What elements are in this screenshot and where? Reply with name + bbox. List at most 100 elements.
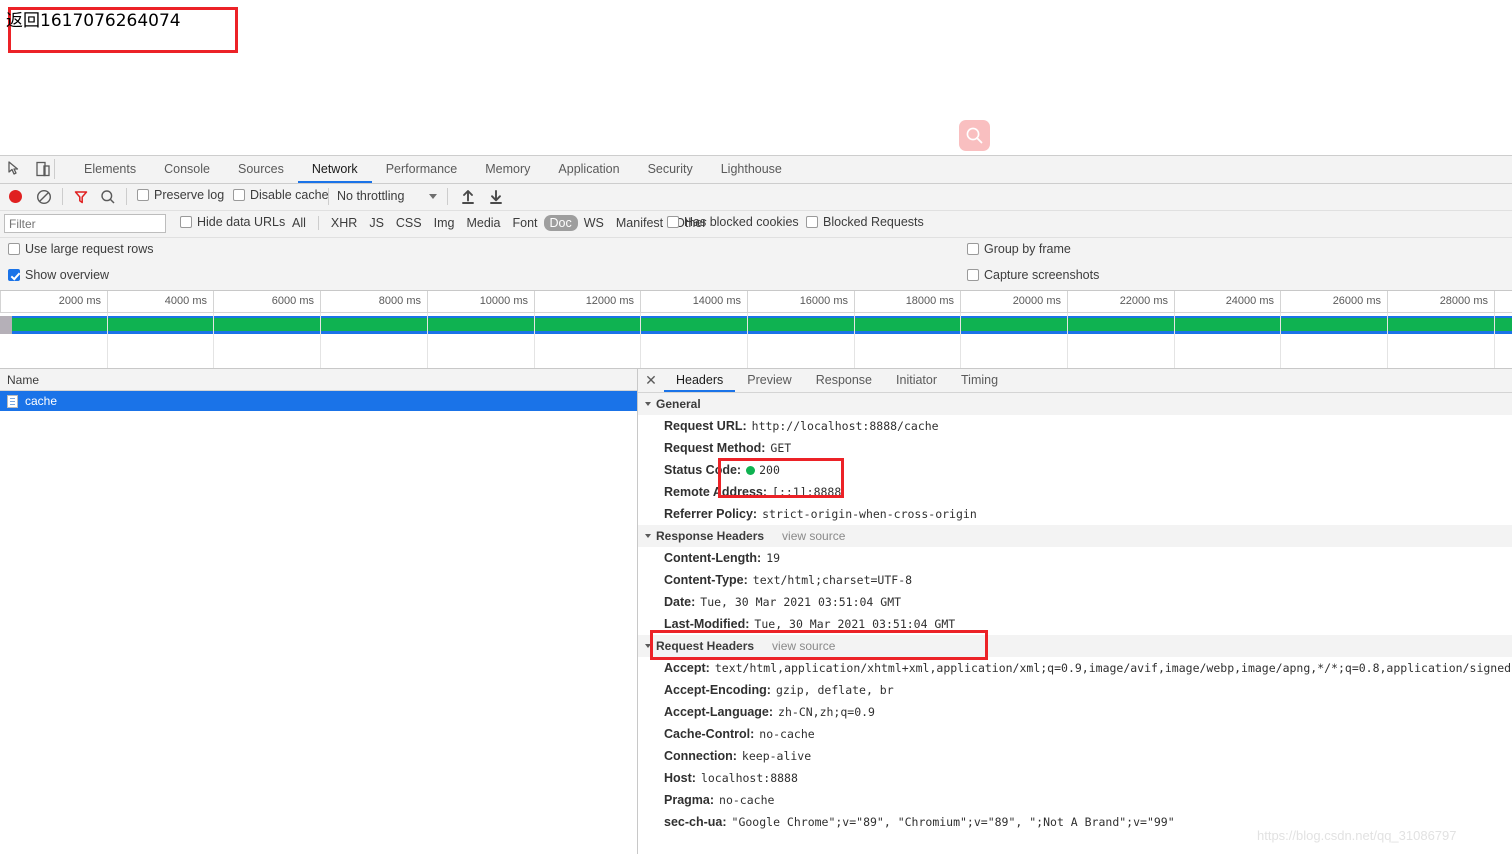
- blocked-requests-checkbox[interactable]: Blocked Requests: [806, 215, 924, 229]
- header-name: Pragma:: [664, 793, 715, 807]
- hide-data-urls-box: [180, 216, 192, 228]
- hide-data-urls-checkbox[interactable]: Hide data URLs: [180, 215, 285, 229]
- section-response-headers-header[interactable]: Response Headers view source: [638, 525, 1512, 547]
- search-icon[interactable]: [99, 188, 117, 206]
- tab-network[interactable]: Network: [297, 156, 372, 183]
- header-name: Cache-Control:: [664, 727, 755, 741]
- has-blocked-cookies-box: [667, 216, 679, 228]
- record-icon[interactable]: [9, 190, 22, 203]
- header-name: Accept-Encoding:: [664, 683, 771, 697]
- filter-funnel-icon[interactable]: [72, 188, 90, 206]
- export-har-icon[interactable]: [487, 188, 505, 206]
- type-chip-ws[interactable]: WS: [578, 215, 610, 231]
- tab-timing[interactable]: Timing: [949, 369, 1010, 392]
- type-chip-all[interactable]: All: [286, 215, 312, 231]
- table-row[interactable]: cache: [0, 391, 637, 411]
- header-name: Host:: [664, 771, 696, 785]
- search-button[interactable]: [959, 120, 990, 151]
- details-tab-list: ✕ Headers Preview Response Initiator Tim…: [638, 369, 1512, 393]
- toggle-device-toolbar-icon[interactable]: [34, 160, 52, 178]
- tab-response[interactable]: Response: [804, 369, 884, 392]
- use-large-request-rows-box: [8, 243, 20, 255]
- filter-input[interactable]: [4, 214, 166, 233]
- overview-gridline: [107, 313, 108, 368]
- tab-lighthouse[interactable]: Lighthouse: [707, 156, 796, 183]
- request-name: cache: [25, 394, 58, 408]
- chevron-down-icon: [645, 402, 651, 406]
- disable-cache-box: [233, 189, 245, 201]
- request-header-host: Host: localhost:8888: [638, 767, 1512, 789]
- view-source-link[interactable]: view source: [782, 529, 845, 543]
- general-row-remote-address: Remote Address: [::1]:8888: [638, 481, 1512, 503]
- tab-memory[interactable]: Memory: [471, 156, 544, 183]
- type-chip-doc[interactable]: Doc: [543, 215, 578, 231]
- network-overview[interactable]: [0, 313, 1512, 369]
- close-icon[interactable]: ✕: [638, 369, 664, 392]
- group-by-frame-box: [967, 243, 979, 255]
- header-value: no-cache: [719, 793, 775, 807]
- tab-security[interactable]: Security: [634, 156, 707, 183]
- clear-icon[interactable]: [35, 188, 53, 206]
- type-chip-img[interactable]: Img: [428, 215, 461, 231]
- tab-preview[interactable]: Preview: [735, 369, 803, 392]
- header-value: 200: [759, 463, 780, 477]
- overview-gridline: [960, 313, 961, 368]
- type-separator: [317, 216, 319, 230]
- request-list-pane: Name cache: [0, 369, 638, 854]
- request-header-accept: Accept: text/html,application/xhtml+xml,…: [638, 657, 1512, 679]
- preserve-log-box: [137, 189, 149, 201]
- type-chip-css[interactable]: CSS: [390, 215, 428, 231]
- overview-gridline: [1067, 313, 1068, 368]
- section-request-headers-header[interactable]: Request Headers view source: [638, 635, 1512, 657]
- chevron-down-icon[interactable]: [429, 194, 437, 199]
- request-header-accept-encoding: Accept-Encoding: gzip, deflate, br: [638, 679, 1512, 701]
- type-chip-font[interactable]: Font: [507, 215, 544, 231]
- disable-cache-checkbox[interactable]: Disable cache: [233, 188, 329, 202]
- view-source-link[interactable]: view source: [772, 639, 835, 653]
- type-chip-js[interactable]: JS: [363, 215, 390, 231]
- capture-screenshots-checkbox[interactable]: Capture screenshots: [967, 268, 1099, 282]
- ruler-tick-label: 26000 ms: [1332, 295, 1381, 307]
- header-value: [::1]:8888: [772, 485, 842, 499]
- header-name: Last-Modified:: [664, 617, 750, 631]
- request-header-connection: Connection: keep-alive: [638, 745, 1512, 767]
- tab-sources[interactable]: Sources: [224, 156, 298, 183]
- preserve-log-checkbox[interactable]: Preserve log: [137, 188, 224, 202]
- ruler-tick: [854, 291, 855, 312]
- header-value: http://localhost:8888/cache: [751, 419, 939, 433]
- type-chip-manifest[interactable]: Manifest: [610, 215, 669, 231]
- section-general-title: General: [656, 397, 701, 411]
- section-request-headers-title: Request Headers: [656, 639, 755, 653]
- dock-separator: [54, 159, 55, 179]
- overview-gridline: [320, 313, 321, 368]
- ruler-tick-label: 6000 ms: [271, 295, 314, 307]
- group-by-frame-checkbox[interactable]: Group by frame: [967, 242, 1071, 256]
- web-page-area: 返回1617076264074: [0, 0, 1512, 155]
- control-separator-1: [62, 188, 63, 205]
- ruler-tick-label: 8000 ms: [378, 295, 421, 307]
- import-har-icon[interactable]: [459, 188, 477, 206]
- ruler-tick-label: 20000 ms: [1012, 295, 1061, 307]
- response-header-content-length: Content-Length: 19: [638, 547, 1512, 569]
- use-large-request-rows-checkbox[interactable]: Use large request rows: [8, 242, 154, 256]
- request-list-header: Name: [0, 369, 637, 391]
- request-header-accept-language: Accept-Language: zh-CN,zh;q=0.9: [638, 701, 1512, 723]
- header-value: strict-origin-when-cross-origin: [762, 507, 977, 521]
- response-header-content-type: Content-Type: text/html;charset=UTF-8: [638, 569, 1512, 591]
- type-chip-media[interactable]: Media: [460, 215, 506, 231]
- throttling-select[interactable]: No throttling: [337, 189, 404, 203]
- ruler-tick: [960, 291, 961, 312]
- inspect-element-icon[interactable]: [6, 160, 24, 178]
- tab-performance[interactable]: Performance: [372, 156, 472, 183]
- tab-application[interactable]: Application: [544, 156, 633, 183]
- ruler-tick-label: 2000 ms: [58, 295, 101, 307]
- has-blocked-cookies-checkbox[interactable]: Has blocked cookies: [667, 215, 799, 229]
- tab-headers[interactable]: Headers: [664, 369, 736, 392]
- section-general-header[interactable]: General: [638, 393, 1512, 415]
- tab-console[interactable]: Console: [150, 156, 224, 183]
- return-value-text: 返回1617076264074: [6, 11, 181, 31]
- type-chip-xhr[interactable]: XHR: [325, 215, 363, 231]
- tab-elements[interactable]: Elements: [70, 156, 150, 183]
- tab-initiator[interactable]: Initiator: [884, 369, 949, 392]
- show-overview-checkbox[interactable]: Show overview: [8, 268, 109, 282]
